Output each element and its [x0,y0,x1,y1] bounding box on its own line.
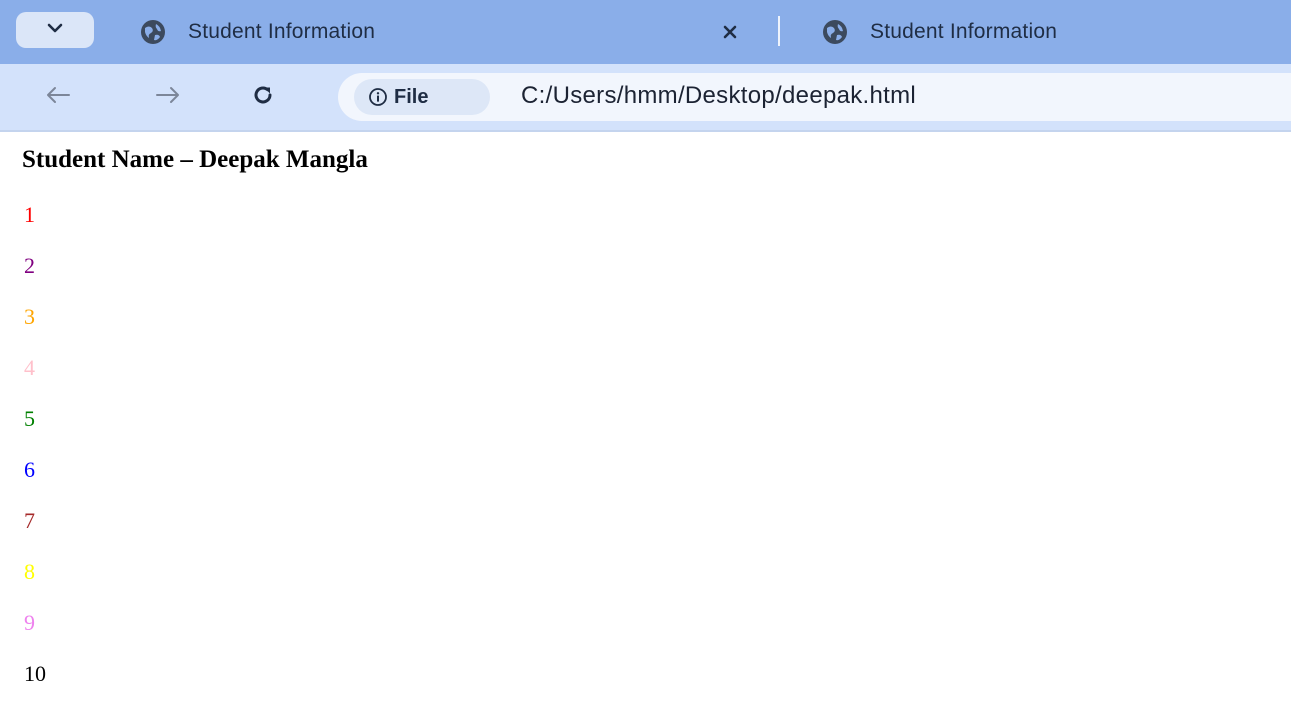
tab-title: Student Information [188,20,376,43]
tab-separator [778,16,780,46]
student-name-heading: Student Name – Deepak Mangla [22,146,368,173]
forward-button[interactable] [148,78,188,116]
number-list: 1 2 3 4 5 6 7 8 9 10 [24,202,46,712]
url-text[interactable]: C:/Users/hmm/Desktop/deepak.html [521,82,916,110]
chevron-down-icon [46,21,64,39]
back-arrow-icon [45,85,71,110]
site-info-label: File [394,85,429,108]
tab-title: Student Information [870,20,1058,43]
tab-student-information-active[interactable]: Student Information [126,8,762,56]
page-content: Student Name – Deepak Mangla 1 2 3 4 5 6 7 8 9 10 [0,132,1291,689]
number-item: 6 [24,457,35,482]
number-item: 1 [24,202,35,227]
site-info-chip[interactable]: File [354,79,490,115]
tab-search-button[interactable] [16,12,94,48]
number-item: 2 [24,253,35,278]
info-icon [368,87,388,107]
globe-icon [140,19,166,45]
number-item: 8 [24,559,35,584]
reload-button[interactable] [243,78,283,116]
reload-icon [251,83,275,112]
number-item: 3 [24,304,35,329]
forward-arrow-icon [155,85,181,110]
browser-toolbar: File C:/Users/hmm/Desktop/deepak.html [0,64,1291,132]
back-button[interactable] [38,78,78,116]
tab-student-information[interactable]: Student Information [808,8,1291,56]
number-item: 5 [24,406,35,431]
number-item: 4 [24,355,35,380]
address-bar[interactable]: File C:/Users/hmm/Desktop/deepak.html [338,73,1291,121]
number-item: 10 [24,661,46,686]
tab-strip: Student Information Student Information [0,0,1291,64]
globe-icon [822,19,848,45]
number-item: 9 [24,610,35,635]
close-tab-icon[interactable] [718,20,742,44]
number-item: 7 [24,508,35,533]
